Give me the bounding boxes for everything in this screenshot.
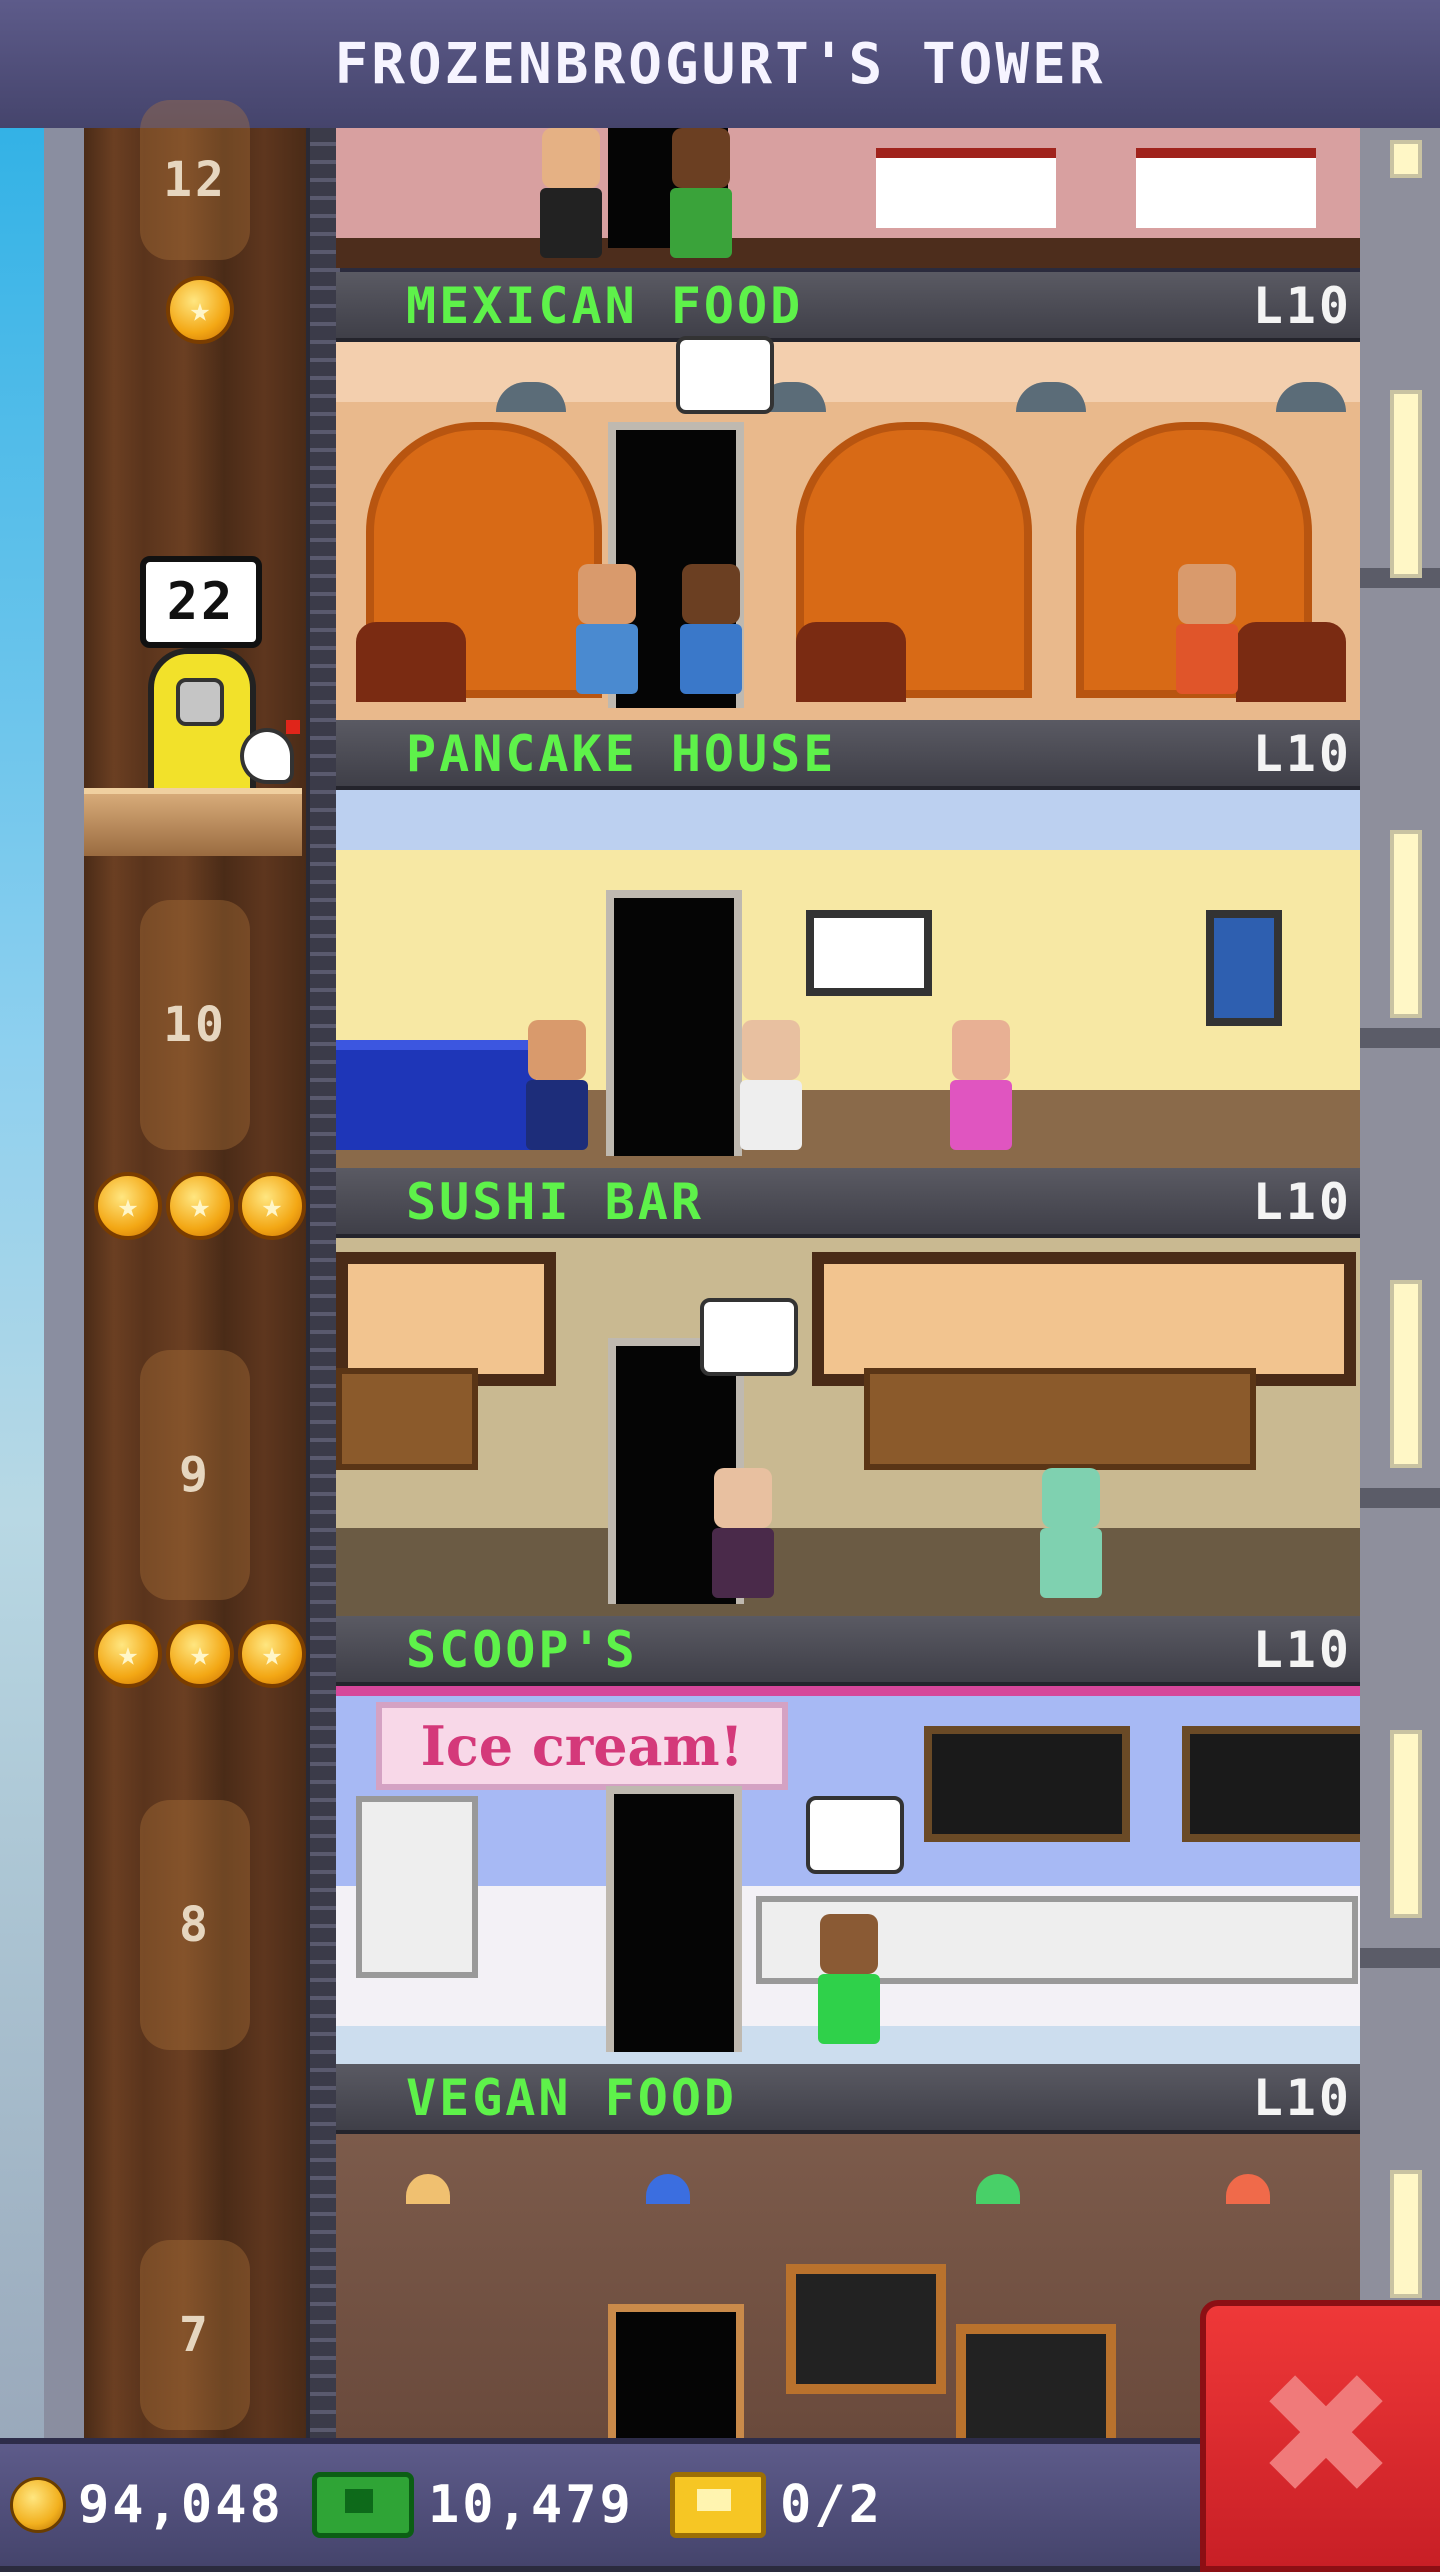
room-interior (336, 1238, 1360, 1616)
elevator-car[interactable] (84, 788, 302, 856)
customer-character (666, 128, 736, 258)
window-light (1390, 2170, 1422, 2298)
menu-board (786, 2264, 946, 2394)
window-light (1390, 830, 1422, 1018)
lamp-icon (496, 382, 566, 412)
room-door (606, 1786, 742, 2052)
coins-amount: 94,048 (78, 2475, 284, 2535)
room-door (606, 890, 742, 1156)
star-icon: ★ (238, 1172, 306, 1240)
lamp-icon (1276, 382, 1346, 412)
chicken-pet-icon (240, 720, 300, 784)
lamp-icon (1016, 382, 1086, 412)
close-icon: ✖ (1254, 2337, 1398, 2535)
elevator-passenger[interactable] (148, 648, 256, 800)
customer-sombrero (572, 564, 642, 694)
room-interior: Ice cream! (336, 1686, 1360, 2064)
floor-banner: SCOOP'S L10 (336, 1616, 1360, 1686)
floor-level: L10 (1252, 725, 1352, 783)
customer-character (708, 1468, 778, 1598)
thought-bubble-icon (676, 336, 774, 414)
floor-name: SUSHI BAR (406, 1173, 704, 1231)
customer-liberty (1036, 1468, 1106, 1598)
star-icon: ★ (166, 276, 234, 344)
customer-character (736, 1020, 806, 1150)
lamp-icon (1226, 2174, 1270, 2204)
bux-icon (312, 2472, 414, 2538)
coin-icon (10, 2477, 66, 2533)
employee-character (522, 1020, 592, 1150)
floor-name: PANCAKE HOUSE (406, 725, 837, 783)
bux-amount: 10,479 (428, 2475, 634, 2535)
thought-bubble-icon (806, 1796, 904, 1874)
shaft-floor-label-7: 7 (140, 2240, 250, 2430)
elevator-destination-badge: 22 (140, 556, 262, 648)
menu-board (1182, 1726, 1360, 1842)
floor-banner: VEGAN FOOD L10 (336, 2064, 1360, 2134)
dining-table (1136, 148, 1316, 228)
shaft-floor-label-8: 8 (140, 1800, 250, 2050)
customer-character (946, 1020, 1016, 1150)
floor-room-partial-top[interactable] (336, 128, 1360, 268)
thought-bubble-icon (700, 1298, 798, 1376)
tower-title: FROZENBROGURT'S TOWER (334, 31, 1106, 97)
bux-display[interactable]: 10,479 (312, 2472, 634, 2538)
close-button[interactable]: ✖ (1200, 2300, 1440, 2572)
room-interior (336, 790, 1360, 1168)
room-interior (336, 336, 1360, 720)
floor-level: L10 (1252, 277, 1352, 335)
menu-board (924, 1726, 1130, 1842)
waiter-character (536, 128, 606, 258)
window-light (1390, 140, 1422, 178)
customer-glasses (676, 564, 746, 694)
window-light (1390, 1730, 1422, 1918)
floor-banner: MEXICAN FOOD L10 (336, 272, 1360, 342)
ticket-icon (670, 2472, 766, 2538)
lamp-icon (406, 2174, 450, 2204)
menu-board (956, 2324, 1116, 2438)
lamp-icon (976, 2174, 1020, 2204)
floor-mexican-food[interactable]: MEXICAN FOOD L10 (336, 272, 1360, 720)
floor-scoops[interactable]: SCOOP'S L10 Ice cream! (336, 1616, 1360, 2064)
star-icon: ★ (238, 1620, 306, 1688)
star-icon: ★ (94, 1620, 162, 1688)
tickets-display[interactable]: 0/2 (670, 2472, 883, 2538)
shaft-floor-label-10: 10 (140, 900, 250, 1150)
floor-level: L10 (1252, 2069, 1352, 2127)
floor-name: VEGAN FOOD (406, 2069, 738, 2127)
dining-table (876, 148, 1056, 228)
star-icon: ★ (166, 1620, 234, 1688)
floor-sushi-bar[interactable]: SUSHI BAR L10 (336, 1168, 1360, 1616)
floor-banner: SUSHI BAR L10 (336, 1168, 1360, 1238)
customer-character (814, 1914, 884, 2044)
star-icon: ★ (166, 1172, 234, 1240)
lamp-icon (646, 2174, 690, 2204)
ice-cream-sign: Ice cream! (376, 1702, 788, 1790)
elevator-rail (306, 128, 340, 2438)
shaft-floor-label-12: 12 (140, 100, 250, 260)
service-counter (336, 1040, 536, 1150)
sky-background (0, 128, 44, 2438)
room-door (608, 2304, 744, 2438)
window-light (1390, 1280, 1422, 1468)
floor-level: L10 (1252, 1621, 1352, 1679)
shaft-floor-label-9: 9 (140, 1350, 250, 1600)
floor-name: MEXICAN FOOD (406, 277, 804, 335)
floor-banner: PANCAKE HOUSE L10 (336, 720, 1360, 790)
tickets-amount: 0/2 (780, 2475, 883, 2535)
customer-sombrero (1172, 564, 1242, 694)
coins-display: 94,048 (10, 2474, 284, 2536)
floor-pancake-house[interactable]: PANCAKE HOUSE L10 (336, 720, 1360, 1168)
elevator-shaft[interactable] (84, 128, 306, 2438)
tower-wall (44, 128, 88, 2438)
floor-name: SCOOP'S (406, 1621, 638, 1679)
star-icon: ★ (94, 1172, 162, 1240)
floor-level: L10 (1252, 1173, 1352, 1231)
window-light (1390, 390, 1422, 578)
